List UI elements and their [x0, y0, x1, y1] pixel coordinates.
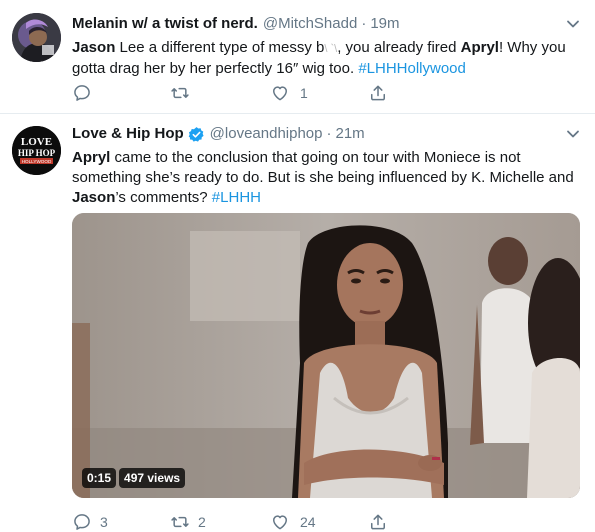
like-count: 1	[300, 85, 308, 101]
retweet-icon	[171, 87, 189, 99]
user-handle[interactable]: @MitchShadd	[263, 14, 357, 34]
mention-link[interactable]: Apryl	[461, 39, 499, 56]
reply-button[interactable]: 3	[72, 512, 108, 532]
tweet-header: Melanin w/ a twist of nerd. @MitchShadd …	[72, 14, 581, 34]
retweet-button[interactable]	[170, 83, 196, 103]
share-button[interactable]	[368, 83, 388, 103]
mention-link[interactable]: Jason	[72, 39, 115, 56]
retweet-icon	[171, 516, 189, 528]
display-name[interactable]: Love & Hip Hop	[72, 124, 184, 144]
user-handle[interactable]: @loveandhiphop	[210, 124, 323, 144]
like-button[interactable]: 24	[270, 512, 316, 532]
profile-avatar-icon[interactable]	[12, 13, 61, 62]
retweet-count: 2	[198, 514, 206, 530]
like-button[interactable]: 1	[270, 83, 308, 103]
timestamp[interactable]: 21m	[336, 124, 365, 144]
logo-line-1: LOVE	[21, 136, 52, 148]
heart-icon	[273, 515, 287, 530]
hashtag-link[interactable]: #LHHH	[212, 189, 261, 206]
hashtag-link[interactable]: #LHHHollywood	[358, 60, 466, 77]
video-thumbnail	[72, 213, 580, 498]
heart-icon	[273, 86, 287, 101]
mention-link[interactable]: Jason	[72, 189, 115, 206]
obscured-text: \ `\	[324, 43, 338, 55]
video-player[interactable]: 0:15 497 views	[72, 213, 580, 498]
share-button[interactable]	[368, 512, 388, 532]
tweet-text-segment: ’s comments?	[115, 189, 212, 206]
tweet[interactable]: Melanin w/ a twist of nerd. @MitchShadd …	[0, 0, 595, 114]
chevron-down-icon[interactable]	[565, 16, 581, 32]
tweet-text-segment: Lee a different type of messy b	[115, 39, 325, 56]
reply-icon	[74, 514, 90, 530]
retweet-button[interactable]: 2	[170, 512, 206, 532]
display-name[interactable]: Melanin w/ a twist of nerd.	[72, 14, 258, 34]
reply-count: 3	[100, 514, 108, 530]
tweet-text: Jason Lee a different type of messy b\ `…	[72, 38, 581, 79]
separator: ·	[326, 125, 332, 142]
share-icon	[371, 514, 385, 530]
video-views: 497 views	[119, 468, 186, 488]
video-info-badges: 0:15 497 views	[82, 468, 186, 488]
verified-badge-icon	[188, 126, 204, 142]
tweet-header: Love & Hip Hop @loveandhiphop · 21m	[72, 124, 581, 144]
video-duration: 0:15	[82, 468, 117, 488]
tweet-text-segment: , you already fired	[337, 39, 461, 56]
like-count: 24	[300, 514, 316, 530]
tweet-text-segment: came to the conclusion that going on tou…	[72, 149, 574, 186]
mention-link[interactable]: Apryl	[72, 149, 110, 166]
brand-logo-avatar[interactable]: LOVE HIP HOP HOLLYWOOD	[12, 126, 61, 175]
tweet-text: Apryl came to the conclusion that going …	[72, 148, 581, 208]
reply-icon	[74, 85, 90, 101]
chevron-down-icon[interactable]	[565, 126, 581, 142]
tweet[interactable]: LOVE HIP HOP HOLLYWOOD Love & Hip Hop @l…	[0, 114, 595, 532]
timestamp[interactable]: 19m	[370, 14, 399, 34]
logo-line-3: HOLLYWOOD	[22, 159, 52, 164]
reply-button[interactable]	[72, 83, 98, 103]
share-icon	[371, 85, 385, 101]
logo-line-2: HIP HOP	[18, 148, 56, 158]
separator: ·	[361, 15, 367, 32]
